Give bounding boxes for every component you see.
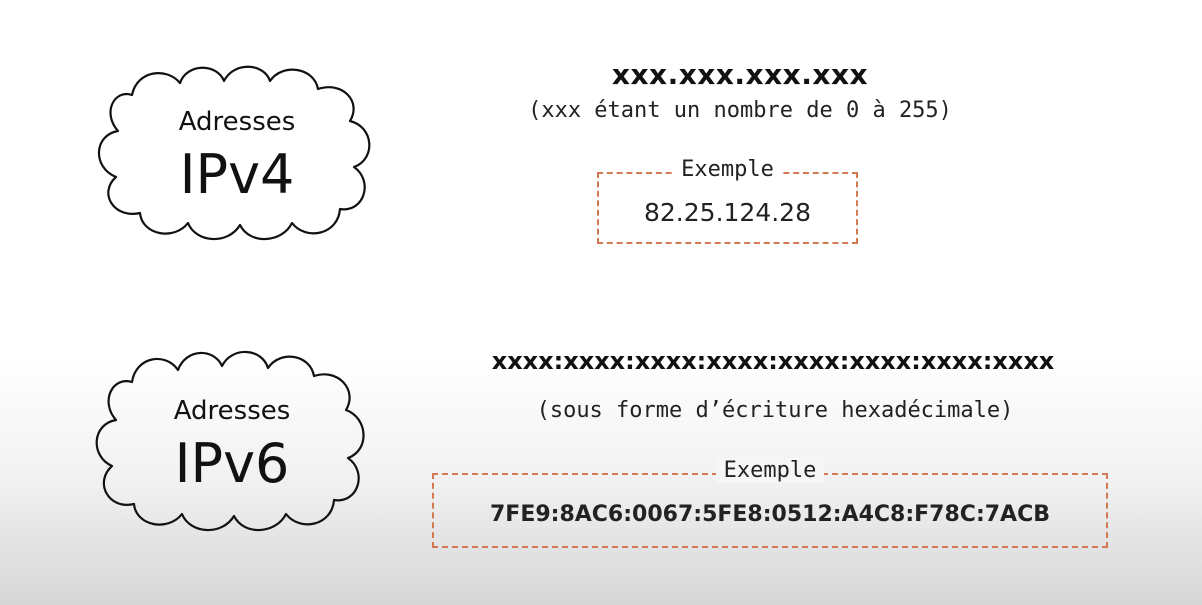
ipv6-label-small: Adresses [173,396,291,426]
ipv6-example-value: 7FE9:8AC6:0067:5FE8:0512:A4C8:F78C:7ACB [489,502,1050,527]
ipv6-label-big: IPv6 [174,432,290,495]
ipv6-note: (sous forme d’écriture hexadécimale) [536,398,1014,423]
ipv6-cloud: Adresses IPv6 [92,340,372,540]
ipv6-format: xxxx:xxxx:xxxx:xxxx:xxxx:xxxx:xxxx:xxxx [491,347,1055,375]
ipv6-example-box: Exemple 7FE9:8AC6:0067:5FE8:0512:A4C8:F7… [432,458,1108,548]
ipv4-example-box: Exemple 82.25.124.28 [597,157,858,244]
ipv4-example-value: 82.25.124.28 [644,198,811,227]
ipv6-example-title: Exemple [715,458,825,483]
ipv4-cloud: Adresses IPv4 [92,55,382,250]
ipv4-example-title: Exemple [673,157,782,182]
ipv4-note: (xxx étant un nombre de 0 à 255) [528,98,952,123]
ipv4-format: xxx.xxx.xxx.xxx [611,58,869,91]
ipv4-label-big: IPv4 [179,143,295,206]
ipv4-label-small: Adresses [178,107,296,137]
